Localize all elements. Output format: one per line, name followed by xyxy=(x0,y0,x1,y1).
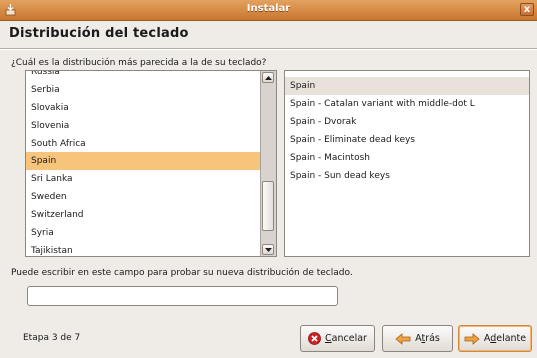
layout-list-item[interactable]: Slovakia xyxy=(26,99,262,117)
layout-question: ¿Cuál es la distribución más parecida a … xyxy=(11,58,267,68)
installer-window: Instalar x Distribución del teclado ¿Cuá… xyxy=(0,0,537,358)
layout-list-item[interactable]: Slovenia xyxy=(26,117,262,135)
layout-list-item[interactable]: Sweden xyxy=(26,188,262,206)
test-field-label: Puede escribir en este campo para probar… xyxy=(11,268,353,278)
cancel-label: Cancelar xyxy=(325,333,367,344)
close-button[interactable]: x xyxy=(520,3,534,16)
layout-list-item[interactable]: Serbia xyxy=(26,81,262,99)
arrow-up-icon xyxy=(265,76,272,80)
step-indicator: Etapa 3 de 7 xyxy=(23,333,81,343)
scrollbar-thumb[interactable] xyxy=(262,181,274,231)
variant-list-rows: Spain Spain - Catalan variant with middle… xyxy=(285,71,529,185)
page-title: Distribución del teclado xyxy=(9,26,189,41)
arrow-left-icon xyxy=(395,332,411,345)
layout-list-item[interactable]: Syria xyxy=(26,224,262,242)
layout-list-item[interactable]: South Africa xyxy=(26,135,262,153)
layout-list-item[interactable]: Sri Lanka xyxy=(26,170,262,188)
header-separator xyxy=(0,48,537,50)
variant-list-item[interactable]: Spain - Sun dead keys xyxy=(285,167,529,185)
back-button[interactable]: Atrás xyxy=(382,325,453,352)
layout-list-item[interactable]: Spain xyxy=(26,152,262,171)
arrow-right-icon xyxy=(464,332,480,345)
layout-list-rows: Russia Serbia Slovakia Slovenia South Africa… xyxy=(26,71,262,256)
layout-list[interactable]: Russia Serbia Slovakia Slovenia South Africa… xyxy=(25,70,277,257)
layout-list-item[interactable]: Tajikistan xyxy=(26,242,262,256)
back-label: Atrás xyxy=(415,333,440,344)
layout-list-item[interactable]: Switzerland xyxy=(26,206,262,224)
variant-list[interactable]: Spain Spain - Catalan variant with middle… xyxy=(284,70,530,257)
layout-list-item[interactable]: Russia xyxy=(26,71,262,81)
next-label: Adelante xyxy=(483,333,527,344)
cancel-icon xyxy=(308,332,321,345)
close-icon: x xyxy=(523,4,531,15)
arrow-down-icon xyxy=(265,248,272,252)
layout-list-scrollbar[interactable] xyxy=(260,71,276,256)
cancel-button[interactable]: Cancelar xyxy=(300,325,375,352)
scroll-up-button[interactable] xyxy=(262,72,274,83)
window-title: Instalar xyxy=(246,3,291,14)
variant-list-item[interactable]: Spain - Dvorak xyxy=(285,113,529,131)
scroll-down-button[interactable] xyxy=(262,244,274,255)
variant-list-item[interactable]: Spain - Macintosh xyxy=(285,149,529,167)
variant-list-item[interactable]: Spain - Catalan variant with middle-dot … xyxy=(285,95,529,113)
keyboard-test-input[interactable] xyxy=(27,286,338,306)
title-bar[interactable]: Instalar x xyxy=(0,0,537,21)
variant-list-item[interactable]: Spain xyxy=(285,77,529,95)
variant-list-item[interactable]: Spain - Eliminate dead keys xyxy=(285,131,529,149)
next-button[interactable]: Adelante xyxy=(458,325,532,352)
